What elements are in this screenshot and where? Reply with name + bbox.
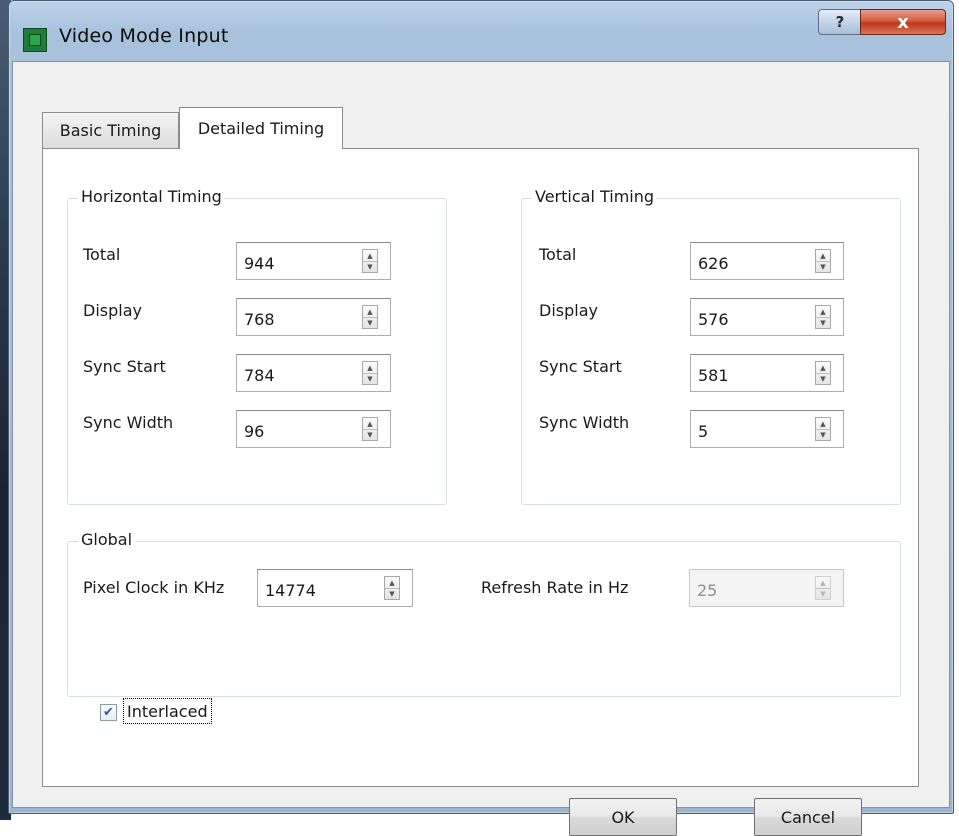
horizontal-total-input[interactable]: 944 ▲ ▼	[236, 242, 391, 280]
vertical-total-spinner[interactable]: ▲ ▼	[815, 249, 831, 273]
window-title: Video Mode Input	[59, 25, 229, 47]
spin-down-icon[interactable]: ▼	[363, 261, 377, 272]
vertical-display-value: 576	[698, 310, 729, 329]
ok-button[interactable]: OK	[569, 798, 677, 836]
vertical-sync-start-spinner[interactable]: ▲ ▼	[815, 361, 831, 385]
vertical-display-spinner[interactable]: ▲ ▼	[815, 305, 831, 329]
pixel-clock-input[interactable]: 14774 ▲ ▼	[257, 569, 413, 607]
spin-down-icon[interactable]: ▼	[363, 317, 377, 328]
pixel-clock-label: Pixel Clock in KHz	[83, 578, 225, 597]
detailed-timing-panel: Horizontal Timing Total 944 ▲ ▼ Display 7…	[42, 148, 919, 787]
pixel-clock-spinner[interactable]: ▲ ▼	[384, 576, 400, 600]
vertical-sync-width-input[interactable]: 5 ▲ ▼	[690, 410, 844, 448]
refresh-rate-value: 25	[697, 581, 718, 600]
pixel-clock-value: 14774	[265, 581, 316, 600]
tab-basic-timing[interactable]: Basic Timing	[42, 112, 179, 148]
vertical-total-value: 626	[698, 254, 729, 273]
horizontal-sync-width-spinner[interactable]: ▲ ▼	[362, 417, 378, 441]
tab-detailed-timing[interactable]: Detailed Timing	[179, 107, 343, 149]
horizontal-sync-start-value: 784	[244, 366, 275, 385]
horizontal-total-spinner[interactable]: ▲ ▼	[362, 249, 378, 273]
spin-down-icon[interactable]: ▼	[816, 261, 830, 272]
horizontal-display-value: 768	[244, 310, 275, 329]
close-button[interactable]: x	[860, 9, 946, 35]
spin-down-icon[interactable]: ▼	[363, 429, 377, 440]
interlaced-checkbox[interactable]: ✔	[100, 704, 117, 721]
interlaced-label[interactable]: Interlaced	[123, 698, 212, 724]
refresh-rate-label: Refresh Rate in Hz	[481, 578, 629, 597]
dialog-window: Video Mode Input ? x Basic Timing Detail…	[8, 0, 954, 836]
vertical-sync-start-label: Sync Start	[539, 357, 622, 376]
horizontal-sync-width-label: Sync Width	[83, 413, 174, 432]
app-icon	[23, 28, 47, 52]
vertical-total-input[interactable]: 626 ▲ ▼	[690, 242, 844, 280]
dialog-client-area: Basic Timing Detailed Timing Horizontal …	[12, 61, 950, 836]
spin-down-icon[interactable]: ▼	[385, 588, 399, 599]
horizontal-sync-width-input[interactable]: 96 ▲ ▼	[236, 410, 391, 448]
vertical-sync-start-input[interactable]: 581 ▲ ▼	[690, 354, 844, 392]
global-group: Global	[67, 530, 901, 697]
title-bar[interactable]: Video Mode Input ? x	[9, 1, 953, 61]
help-button[interactable]: ?	[818, 9, 862, 35]
vertical-timing-title: Vertical Timing	[532, 187, 658, 206]
spin-down-icon[interactable]: ▼	[816, 373, 830, 384]
horizontal-display-input[interactable]: 768 ▲ ▼	[236, 298, 391, 336]
horizontal-total-value: 944	[244, 254, 275, 273]
refresh-rate-input: 25 ▲ ▼	[689, 569, 844, 607]
horizontal-timing-title: Horizontal Timing	[78, 187, 225, 206]
spin-down-icon[interactable]: ▼	[363, 373, 377, 384]
horizontal-sync-width-value: 96	[244, 422, 265, 441]
refresh-rate-spinner: ▲ ▼	[815, 576, 831, 600]
vertical-sync-width-spinner[interactable]: ▲ ▼	[815, 417, 831, 441]
horizontal-sync-start-spinner[interactable]: ▲ ▼	[362, 361, 378, 385]
horizontal-sync-start-label: Sync Start	[83, 357, 166, 376]
vertical-sync-width-value: 5	[698, 422, 709, 441]
checkmark-icon: ✔	[103, 705, 114, 720]
horizontal-display-label: Display	[83, 301, 142, 320]
horizontal-total-label: Total	[83, 245, 121, 264]
spin-down-icon[interactable]: ▼	[816, 429, 830, 440]
vertical-sync-width-label: Sync Width	[539, 413, 630, 432]
cancel-button[interactable]: Cancel	[754, 798, 862, 836]
vertical-display-input[interactable]: 576 ▲ ▼	[690, 298, 844, 336]
global-title: Global	[78, 530, 136, 549]
spin-down-icon[interactable]: ▼	[816, 317, 830, 328]
horizontal-display-spinner[interactable]: ▲ ▼	[362, 305, 378, 329]
spin-down-icon: ▼	[820, 589, 826, 598]
vertical-sync-start-value: 581	[698, 366, 729, 385]
vertical-total-label: Total	[539, 245, 577, 264]
horizontal-sync-start-input[interactable]: 784 ▲ ▼	[236, 354, 391, 392]
vertical-display-label: Display	[539, 301, 598, 320]
